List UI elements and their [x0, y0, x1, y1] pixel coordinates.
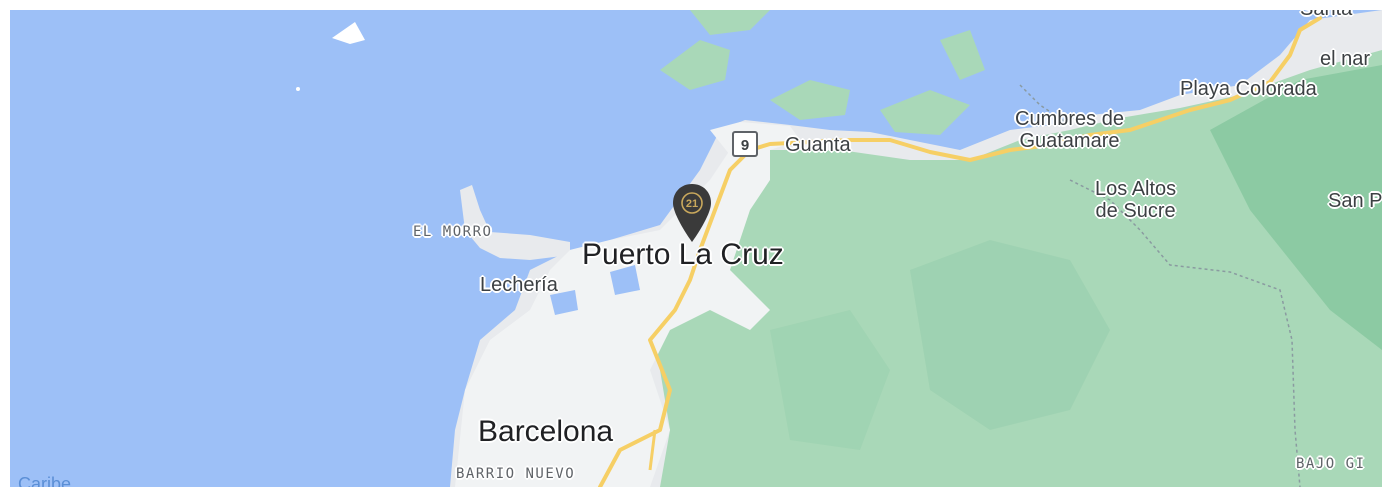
guanta-label: Guanta: [785, 134, 851, 156]
bajo-g-label: BAJO GI: [1296, 456, 1366, 472]
cumbres-line2: Guatamare: [1019, 130, 1120, 152]
cumbres-line1: Cumbres de: [1015, 108, 1124, 130]
pin-logo-text: 21: [686, 198, 698, 210]
caribe-label: Caribe: [18, 474, 72, 487]
los-altos-line2: de Sucre: [1095, 200, 1176, 222]
el-nar-label: el nar: [1320, 48, 1371, 70]
barrio-nuevo-label: BARRIO NUEVO: [456, 466, 576, 482]
los-altos-line1: Los Altos: [1095, 178, 1177, 200]
pin-shape: 21: [673, 184, 711, 242]
playa-colorada-label: Playa Colorada: [1180, 78, 1317, 100]
lecheria-label: Lechería: [480, 274, 558, 296]
map-canvas[interactable]: Santa el nar Playa Colorada Cumbres de G…: [10, 10, 1382, 487]
el-morro-label: EL MORRO: [413, 224, 493, 240]
santa-label: Santa: [1300, 10, 1352, 20]
century21-pin-icon[interactable]: 21: [670, 182, 714, 244]
barcelona-label: Barcelona: [478, 415, 614, 448]
route-9-shield: 9: [732, 131, 758, 157]
los-altos-de-sucre-label: Los Altos de Sucre: [1095, 178, 1176, 222]
cumbres-de-guatamare-label: Cumbres de Guatamare: [1015, 108, 1124, 152]
san-p-label: San P: [1328, 190, 1382, 212]
